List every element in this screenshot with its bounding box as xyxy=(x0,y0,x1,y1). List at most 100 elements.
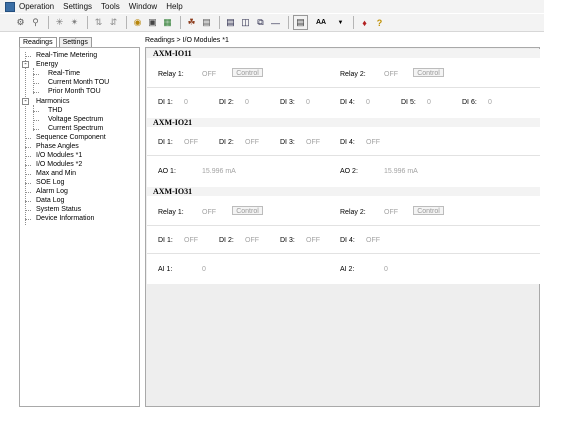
tree-connector xyxy=(25,174,31,175)
minimize-icon[interactable]: — xyxy=(269,16,282,29)
relay2-label: Relay 2: xyxy=(340,209,366,216)
di2-value: OFF xyxy=(245,139,259,146)
di6-value: 0 xyxy=(488,99,492,106)
text-size-button[interactable]: AA xyxy=(310,16,332,29)
di1-label: DI 1: xyxy=(158,139,173,146)
settings-panel-icon[interactable]: ▤ xyxy=(293,15,308,30)
tree-item-system-status[interactable]: System Status xyxy=(36,205,81,214)
tile-vertical-icon[interactable]: ◫ xyxy=(239,16,252,29)
di3-label: DI 3: xyxy=(280,237,295,244)
chevron-down-icon[interactable]: ▼ xyxy=(334,16,347,29)
io-modules-panel: AXM-IO11 Relay 1: OFF Control Relay 2: O… xyxy=(145,47,540,407)
tree-item-data-log[interactable]: Data Log xyxy=(36,196,64,205)
breadcrumb: Readings > I/O Modules *1 xyxy=(145,37,229,44)
ao1-value: 15.996 mA xyxy=(202,168,236,175)
tree-item-voltage-spectrum[interactable]: Voltage Spectrum xyxy=(48,115,103,124)
tree-connector xyxy=(33,74,39,75)
di6-label: DI 6: xyxy=(462,99,477,106)
tree-item-io-modules-2[interactable]: I/O Modules *2 xyxy=(36,160,82,169)
relay2-control-button[interactable]: Control xyxy=(413,206,444,215)
book-icon[interactable]: ♦ xyxy=(358,16,371,29)
tree-item-device-information[interactable]: Device Information xyxy=(36,214,94,223)
ai1-value: 0 xyxy=(202,266,206,273)
menu-help[interactable]: Help xyxy=(166,2,182,11)
di2-value: 0 xyxy=(245,99,249,106)
tree-item-alarm-log[interactable]: Alarm Log xyxy=(36,187,68,196)
ao2-label: AO 2: xyxy=(340,168,358,175)
tree-item-io-modules-1[interactable]: I/O Modules *1 xyxy=(36,151,82,160)
di5-label: DI 5: xyxy=(401,99,416,106)
menu-settings[interactable]: Settings xyxy=(63,2,92,11)
help-icon[interactable]: ? xyxy=(373,16,386,29)
tree-item-energy[interactable]: Energy xyxy=(36,60,58,69)
collapse-icon[interactable]: - xyxy=(22,61,29,68)
tree-connector xyxy=(25,219,31,220)
di3-label: DI 3: xyxy=(280,99,295,106)
relay1-control-button[interactable]: Control xyxy=(232,68,263,77)
tree-connector xyxy=(33,120,39,121)
tree-connector xyxy=(25,138,31,139)
relay2-label: Relay 2: xyxy=(340,71,366,78)
relay1-label: Relay 1: xyxy=(158,71,184,78)
menu-tools[interactable]: Tools xyxy=(101,2,120,11)
ao2-value: 15.996 mA xyxy=(384,168,418,175)
pin-icon[interactable]: ⚲ xyxy=(29,16,42,29)
tree-connector xyxy=(25,56,31,57)
sort-asc-icon[interactable]: ⇅ xyxy=(92,16,105,29)
tree-item-soe-log[interactable]: SOE Log xyxy=(36,178,64,187)
tree-item-phase-angles[interactable]: Phase Angles xyxy=(36,142,79,151)
navigation-tree: Real-Time Metering - Energy Real-Time Cu… xyxy=(19,47,140,407)
menu-operation[interactable]: Operation xyxy=(19,2,54,11)
tree-item-current-spectrum[interactable]: Current Spectrum xyxy=(48,124,103,133)
tree-connector xyxy=(25,165,31,166)
tree-item-current-month-tou[interactable]: Current Month TOU xyxy=(48,78,109,87)
tree-item-real-time-metering[interactable]: Real-Time Metering xyxy=(36,51,97,60)
ai2-value: 0 xyxy=(384,266,388,273)
di4-value: OFF xyxy=(366,237,380,244)
menu-window[interactable]: Window xyxy=(129,2,157,11)
di1-label: DI 1: xyxy=(158,237,173,244)
sort-desc-icon[interactable]: ⇵ xyxy=(107,16,120,29)
relay1-status: OFF xyxy=(202,71,216,78)
tile-horizontal-icon[interactable]: ▤ xyxy=(224,16,237,29)
sparkle-alt-icon[interactable]: ✴ xyxy=(68,16,81,29)
menu-bar: Operation Settings Tools Window Help xyxy=(0,0,544,13)
ao1-label: AO 1: xyxy=(158,168,176,175)
divider xyxy=(147,155,540,156)
tree-connector xyxy=(33,111,39,112)
tree-connector xyxy=(33,68,34,94)
document-icon[interactable]: ▤ xyxy=(200,16,213,29)
chart-icon[interactable]: ▦ xyxy=(161,16,174,29)
tree-connector xyxy=(25,201,31,202)
tree-connector xyxy=(25,156,31,157)
tree-item-prior-month-tou[interactable]: Prior Month TOU xyxy=(48,87,101,96)
di2-label: DI 2: xyxy=(219,139,234,146)
device-icon[interactable]: ☘ xyxy=(185,16,198,29)
cascade-icon[interactable]: ⧉ xyxy=(254,16,267,29)
divider xyxy=(147,87,540,88)
tree-connector xyxy=(33,105,34,131)
tree-item-harmonics[interactable]: Harmonics xyxy=(36,97,69,106)
di4-value: OFF xyxy=(366,139,380,146)
divider xyxy=(147,253,540,254)
connect-icon[interactable]: ⚙ xyxy=(14,16,27,29)
tree-item-thd[interactable]: THD xyxy=(48,106,62,115)
di4-value: 0 xyxy=(366,99,370,106)
tree-connector xyxy=(25,192,31,193)
meter-icon[interactable]: ▣ xyxy=(146,16,159,29)
relay2-control-button[interactable]: Control xyxy=(413,68,444,77)
tree-item-sequence-component[interactable]: Sequence Component xyxy=(36,133,106,142)
tree-item-max-and-min[interactable]: Max and Min xyxy=(36,169,76,178)
di1-value: OFF xyxy=(184,139,198,146)
readings-icon[interactable]: ◉ xyxy=(131,16,144,29)
di5-value: 0 xyxy=(427,99,431,106)
tree-item-energy-real-time[interactable]: Real-Time xyxy=(48,69,80,78)
sparkle-icon[interactable]: ✳ xyxy=(53,16,66,29)
section-title-axm-io11: AXM-IO11 xyxy=(147,49,540,58)
relay1-control-button[interactable]: Control xyxy=(232,206,263,215)
toolbar-separator xyxy=(126,16,127,29)
di2-label: DI 2: xyxy=(219,237,234,244)
di4-label: DI 4: xyxy=(340,139,355,146)
tree-connector xyxy=(25,210,31,211)
collapse-icon[interactable]: - xyxy=(22,98,29,105)
